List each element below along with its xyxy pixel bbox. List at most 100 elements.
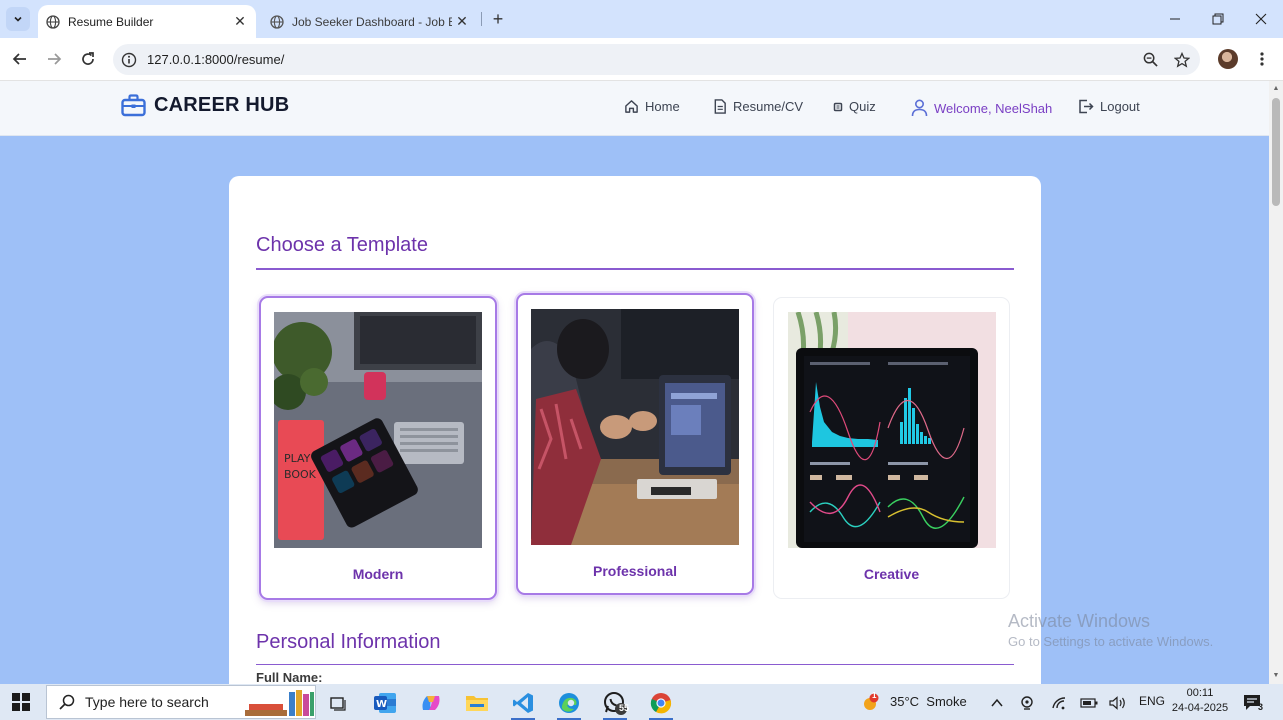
scroll-down-icon[interactable]: ▼ xyxy=(1272,671,1280,679)
wifi-icon xyxy=(1052,697,1066,710)
vscode-icon xyxy=(513,693,533,713)
tab-separator xyxy=(481,12,482,26)
browser-menu-button[interactable] xyxy=(1252,49,1272,69)
task-view-button[interactable] xyxy=(320,688,356,718)
close-icon[interactable]: ✕ xyxy=(452,12,472,32)
edge-icon xyxy=(559,693,579,713)
close-icon xyxy=(1255,13,1267,25)
minimize-icon xyxy=(1170,18,1180,20)
windows-taskbar: Type here to search W 55 1 35°C Smoke EN… xyxy=(0,684,1283,720)
svg-text:PLAY: PLAY xyxy=(284,452,311,465)
whatsapp-badge: 55 xyxy=(619,703,630,713)
full-name-label: Full Name: xyxy=(256,670,323,685)
scrollbar-thumb[interactable] xyxy=(1272,98,1280,206)
more-vertical-icon xyxy=(1260,52,1264,66)
chevron-down-icon xyxy=(14,16,22,22)
close-icon[interactable]: ✕ xyxy=(230,12,250,32)
scroll-up-icon[interactable]: ▲ xyxy=(1272,84,1280,92)
tray-network[interactable] xyxy=(1047,688,1071,718)
tray-battery[interactable] xyxy=(1077,688,1101,718)
close-window-button[interactable] xyxy=(1239,0,1283,38)
clock-date: 24-04-2025 xyxy=(1171,702,1229,714)
tab-title: Job Seeker Dashboard - Job Bo xyxy=(292,14,452,29)
tray-overflow-button[interactable] xyxy=(985,688,1009,718)
arrow-left-icon xyxy=(12,53,26,65)
taskbar-search-box[interactable]: Type here to search xyxy=(46,685,316,719)
taskbar-copilot[interactable] xyxy=(413,688,449,718)
taskbar-edge[interactable] xyxy=(551,688,587,720)
taskbar-word[interactable]: W xyxy=(367,688,403,718)
taskbar-vscode[interactable] xyxy=(505,688,541,720)
template-label-professional: Professional xyxy=(592,563,678,579)
reload-icon xyxy=(82,52,94,65)
template-preview-creative xyxy=(788,312,996,548)
copilot-icon xyxy=(422,696,440,710)
address-bar[interactable]: 127.0.0.1:8000/resume/ xyxy=(113,44,1200,75)
weather-text: 35°C Smoke xyxy=(890,694,967,709)
notification-center[interactable]: 3 xyxy=(1238,688,1268,718)
tray-volume[interactable] xyxy=(1106,688,1130,718)
forward-button[interactable] xyxy=(43,48,65,70)
reload-button[interactable] xyxy=(77,48,99,70)
search-icon xyxy=(59,694,75,710)
nav-quiz-label: Quiz xyxy=(849,99,876,114)
arrow-right-icon xyxy=(48,53,62,65)
chrome-icon xyxy=(650,693,672,714)
clock-time: 00:11 xyxy=(1186,687,1214,699)
watermark-line1: Activate Windows xyxy=(1008,611,1151,631)
taskbar-whatsapp[interactable]: 55 xyxy=(597,688,633,720)
nav-home-label: Home xyxy=(645,99,680,114)
page-scrollbar[interactable]: ▲ ▼ xyxy=(1269,81,1283,684)
svg-text:W: W xyxy=(376,699,387,710)
nav-home[interactable]: Home xyxy=(624,99,680,114)
weather-widget[interactable]: 1 xyxy=(855,688,885,718)
brand-name: CAREER HUB xyxy=(154,94,290,116)
start-button[interactable] xyxy=(12,693,30,716)
camera-icon xyxy=(1021,696,1033,710)
nav-logout[interactable]: Logout xyxy=(1078,99,1140,114)
nav-logout-label: Logout xyxy=(1100,99,1140,114)
tab-resume-builder[interactable]: Resume Builder ✕ xyxy=(38,5,256,38)
welcome-label: Welcome, NeelShah xyxy=(934,100,1053,116)
template-label-creative: Creative xyxy=(863,566,920,582)
minimize-button[interactable] xyxy=(1153,0,1197,38)
template-card-modern[interactable]: PLAY BOOK Modern xyxy=(259,296,497,600)
back-button[interactable] xyxy=(9,48,31,70)
restore-button[interactable] xyxy=(1196,0,1240,38)
browser-toolbar: 127.0.0.1:8000/resume/ xyxy=(0,38,1283,81)
chevron-up-icon xyxy=(991,698,1003,707)
template-card-professional[interactable]: Professional xyxy=(516,293,754,595)
nav-quiz[interactable]: Quiz xyxy=(833,99,876,114)
template-preview-professional xyxy=(531,309,739,545)
zoom-button[interactable] xyxy=(1143,44,1158,75)
watermark-line2: Go to Settings to activate Windows. xyxy=(1008,634,1214,649)
section-divider xyxy=(256,664,1014,665)
url-text: 127.0.0.1:8000/resume/ xyxy=(147,52,285,67)
home-icon xyxy=(625,100,638,113)
bookmark-button[interactable] xyxy=(1174,44,1190,75)
template-label-modern: Modern xyxy=(352,566,404,582)
resume-builder-card: Choose a Template PLAY BOOK Modern Profe… xyxy=(229,176,1041,696)
zoom-icon xyxy=(1143,52,1158,67)
language-indicator[interactable]: ENG xyxy=(1139,694,1165,708)
profile-avatar[interactable] xyxy=(1218,49,1238,69)
taskbar-clock[interactable]: 00:11 24-04-2025 xyxy=(1170,686,1230,716)
task-view-icon xyxy=(330,697,346,711)
browser-tab-bar: Resume Builder ✕ Job Seeker Dashboard - … xyxy=(0,0,1283,38)
nav-resume[interactable]: Resume/CV xyxy=(713,99,803,114)
site-info-icon[interactable] xyxy=(121,52,137,68)
nav-welcome-user[interactable]: Welcome, NeelShah xyxy=(911,99,1052,117)
briefcase-icon xyxy=(121,94,146,117)
nav-resume-label: Resume/CV xyxy=(733,99,804,114)
activate-windows-watermark: Activate Windows Go to Settings to activ… xyxy=(1008,611,1213,649)
personal-info-heading: Personal Information xyxy=(256,631,441,653)
template-card-creative[interactable]: Creative xyxy=(773,297,1010,599)
taskbar-file-explorer[interactable] xyxy=(459,688,495,718)
taskbar-chrome[interactable] xyxy=(643,688,679,720)
tray-meet-now[interactable] xyxy=(1016,688,1040,718)
document-icon xyxy=(714,99,726,114)
tab-search-button[interactable] xyxy=(6,7,30,31)
brand-logo[interactable]: CAREER HUB xyxy=(121,94,289,117)
tab-job-seeker-dashboard[interactable]: Job Seeker Dashboard - Job Bo ✕ xyxy=(262,5,478,38)
new-tab-button[interactable]: + xyxy=(488,9,508,29)
